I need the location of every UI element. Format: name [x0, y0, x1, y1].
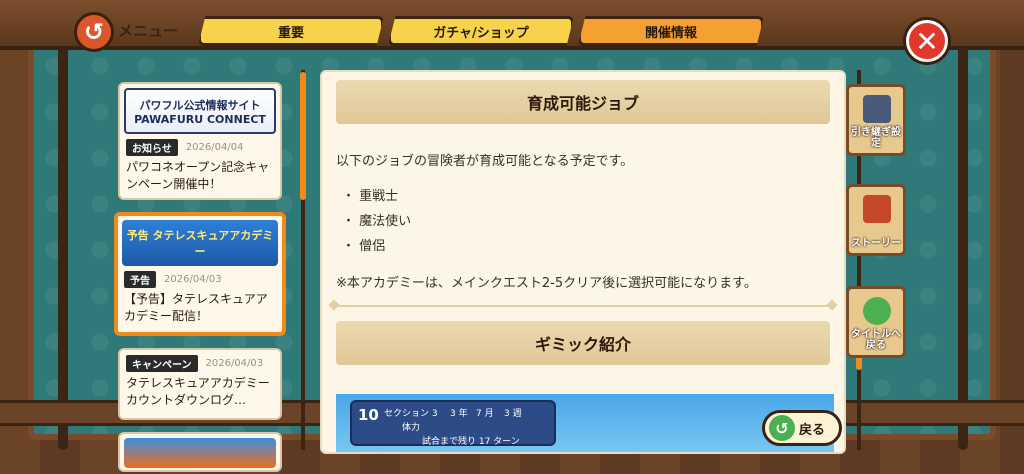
back-button-label: 戻る	[799, 422, 826, 438]
note-text: ※本アカデミーは、メインクエスト2-5クリア後に選択可能になります。	[336, 276, 757, 291]
turn-count: 10	[358, 406, 379, 424]
hud-year: 3 年	[450, 409, 468, 419]
card-date: 2026/04/03	[164, 273, 222, 285]
job-list: ・ 重戦士 ・ 魔法使い ・ 僧侶	[342, 185, 824, 260]
section-title: 育成可能ジョブ	[336, 80, 830, 124]
return-arrow-icon: ↺	[769, 415, 795, 441]
tab-event-info[interactable]: 開催情報	[578, 16, 764, 46]
side-button-label: タイトルへ戻る	[851, 329, 901, 351]
card-text: パワコネオープン記念キャンペーン開催中！	[126, 160, 270, 191]
news-card[interactable]: キャンペーン 2026/04/03 タテレスキュアアカデミーカウントダウンログ…	[118, 348, 282, 420]
frame-pole-left	[58, 30, 68, 450]
story-button[interactable]: ストーリー	[846, 184, 906, 256]
frame-pole-right	[958, 30, 968, 450]
gimmick-screenshot: 10 セクション 3 3 年 7 月 3 週 体力 試合まで残り 17 ターン	[336, 394, 834, 452]
card-text: 【予告】タテレスキュアアカデミー配信！	[124, 292, 268, 323]
transfer-settings-button[interactable]: 引き継ぎ設定	[846, 84, 906, 156]
divider	[330, 305, 836, 307]
card-tag: 予告	[124, 270, 156, 288]
tab-important[interactable]: 重要	[198, 16, 384, 46]
card-banner	[124, 438, 276, 468]
list-item: ・ 重戦士	[342, 189, 399, 204]
hud-remaining: 試合まで残り 17 ターン	[422, 437, 520, 447]
back-icon[interactable]: ↺	[74, 12, 114, 52]
info-panel: 育成可能ジョブ 以下のジョブの冒険者が育成可能となる予定です。 ・ 重戦士 ・ …	[320, 70, 846, 454]
section-title: ギミック紹介	[336, 321, 830, 365]
card-tag: お知らせ	[126, 138, 178, 156]
list-item: ・ 魔法使い	[342, 214, 412, 229]
card-banner: 予告 タテレスキュアアカデミー	[122, 220, 278, 266]
card-text: タテレスキュアアカデミーカウントダウンログ…	[126, 376, 270, 407]
close-icon[interactable]: ✕	[906, 20, 948, 62]
back-button[interactable]: ↺ 戻る	[762, 410, 842, 446]
card-tag: キャンペーン	[126, 354, 198, 372]
book-icon	[863, 195, 891, 223]
list-item: ・ 僧侶	[342, 239, 386, 254]
hud-section: セクション 3	[384, 409, 438, 419]
tab-bar: 重要 ガチャ/ショップ 開催情報	[198, 16, 764, 46]
menu-label: メニュー	[118, 22, 179, 40]
news-card[interactable]: パワフル公式情報サイト PAWAFURU CONNECT お知らせ 2026/0…	[118, 82, 282, 200]
hud-month: 7 月	[476, 409, 494, 419]
hud-hp: 体力	[402, 423, 421, 433]
return-arrow-icon	[863, 297, 891, 325]
hud-panel: 10 セクション 3 3 年 7 月 3 週 体力 試合まで残り 17 ターン	[350, 400, 556, 447]
card-date: 2026/04/04	[185, 141, 244, 153]
news-card[interactable]	[118, 432, 282, 472]
return-title-button[interactable]: タイトルへ戻る	[846, 286, 906, 358]
intro-text: 以下のジョブの冒険者が育成可能となる予定です。	[336, 154, 634, 169]
card-date: 2026/04/03	[205, 357, 264, 369]
phone-icon	[863, 95, 891, 123]
side-button-label: ストーリー	[851, 238, 901, 249]
news-card-selected[interactable]: 予告 タテレスキュアアカデミー 予告 2026/04/03 【予告】タテレスキュ…	[114, 212, 286, 336]
side-button-label: 引き継ぎ設定	[851, 127, 901, 149]
tab-gacha-shop[interactable]: ガチャ/ショップ	[388, 16, 574, 46]
card-banner: パワフル公式情報サイト PAWAFURU CONNECT	[124, 88, 276, 134]
left-scroll-thumb[interactable]	[300, 72, 306, 200]
hud-week: 3 週	[504, 409, 522, 419]
